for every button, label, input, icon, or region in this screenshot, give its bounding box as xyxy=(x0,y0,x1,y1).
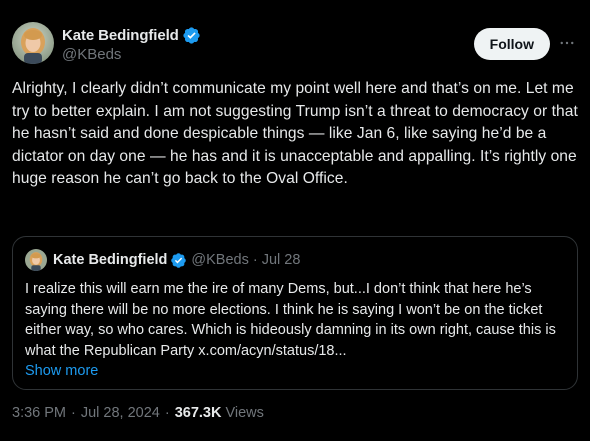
tweet-date[interactable]: Jul 28, 2024 xyxy=(81,405,160,421)
separator-dot: · xyxy=(71,405,76,421)
separator-dot: · xyxy=(164,405,170,421)
quoted-tweet[interactable]: Kate Bedingfield @KBeds · Jul 28 I reali… xyxy=(12,236,578,390)
quoted-tweet-text: I realize this will earn me the ire of m… xyxy=(25,281,556,359)
verified-badge-icon xyxy=(182,26,201,45)
more-horizontal-icon[interactable] xyxy=(556,32,578,54)
author-info: Kate Bedingfield @KBeds xyxy=(62,25,201,63)
tweet-meta: 3:36 PM · Jul 28, 2024 · 367.3K Views xyxy=(12,405,264,421)
separator-dot: · xyxy=(252,252,258,268)
views-count: 367.3K xyxy=(174,405,222,421)
tweet-text: Alrighty, I clearly didn’t communicate m… xyxy=(12,80,578,187)
quoted-author-name: Kate Bedingfield xyxy=(53,252,168,268)
quoted-tweet-date[interactable]: Jul 28 xyxy=(262,252,301,268)
quoted-tweet-header: Kate Bedingfield @KBeds · Jul 28 xyxy=(25,249,565,271)
quoted-avatar xyxy=(25,249,47,271)
tweet-header: Kate Bedingfield @KBeds Follow xyxy=(12,22,578,66)
author-name[interactable]: Kate Bedingfield xyxy=(62,27,179,44)
author-handle[interactable]: @KBeds xyxy=(62,46,201,63)
show-more-link[interactable]: Show more xyxy=(25,361,565,382)
tweet: Kate Bedingfield @KBeds Follow Alrighty,… xyxy=(0,0,590,441)
verified-badge-icon xyxy=(170,252,187,269)
tweet-time[interactable]: 3:36 PM xyxy=(12,405,66,421)
avatar[interactable] xyxy=(12,22,54,64)
follow-button[interactable]: Follow xyxy=(473,28,550,60)
views-label: Views xyxy=(225,405,264,421)
quoted-author-handle: @KBeds xyxy=(191,252,249,268)
